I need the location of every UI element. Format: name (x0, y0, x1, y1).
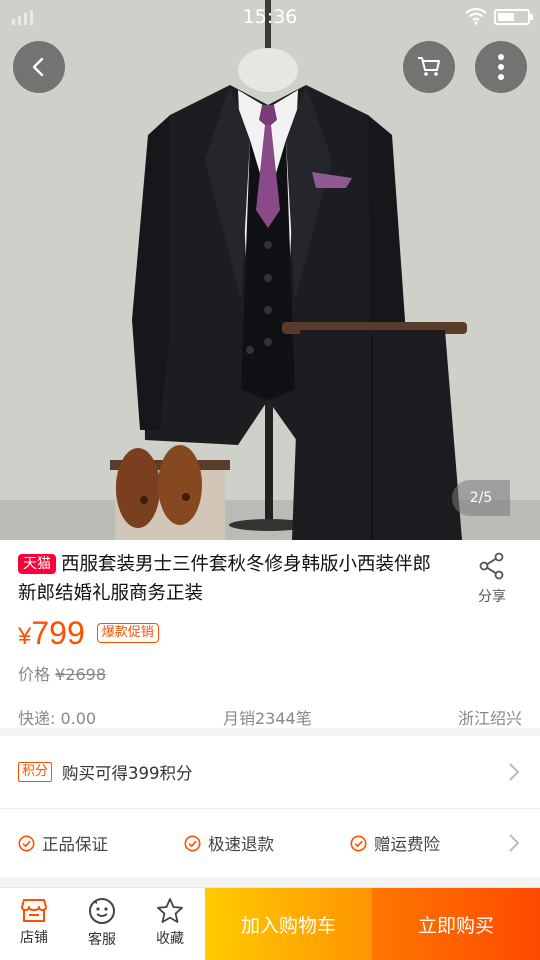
back-button[interactable] (13, 41, 65, 93)
customer-service-label: 客服 (88, 932, 116, 948)
check-circle-icon (350, 835, 367, 851)
guarantee-label: 极速退款 (208, 835, 274, 854)
shopping-cart-icon (418, 57, 440, 76)
guarantee-label: 正品保证 (42, 835, 108, 854)
chevron-right-icon (509, 763, 520, 781)
ship-from-location: 浙江绍兴 (457, 709, 522, 728)
wifi-icon (465, 7, 487, 25)
guarantee-fast-refund: 极速退款 (184, 809, 274, 877)
currency-symbol: ¥ (18, 623, 32, 650)
guarantee-authentic: 正品保证 (18, 809, 108, 877)
bottom-action-bar: 店铺 客服 收藏 加入购物车 立即购买 (0, 887, 540, 960)
points-text: 购买可得399积分 (62, 764, 193, 783)
store-button[interactable]: 店铺 (0, 888, 68, 960)
product-title-text: 西服套装男士三件套秋冬修身韩版小西装伴郎新郎结婚礼服商务正装 (18, 554, 432, 604)
tmall-badge: 天猫 (18, 554, 56, 574)
chat-face-icon (89, 898, 115, 924)
image-counter: 2/5 (452, 480, 510, 516)
share-icon (479, 552, 504, 580)
chevron-right-icon (509, 834, 520, 852)
favorite-button[interactable]: 收藏 (136, 888, 204, 960)
store-label: 店铺 (20, 930, 48, 946)
status-bar: 15:36 (0, 0, 540, 34)
more-options-button[interactable] (475, 41, 527, 93)
more-vertical-icon (498, 54, 504, 80)
points-badge: 积分 (18, 762, 53, 782)
check-circle-icon (18, 835, 35, 851)
points-row[interactable]: 积分 购买可得399积分 (0, 736, 540, 808)
star-icon (157, 898, 183, 923)
monthly-sales: 月销2344笔 (223, 709, 312, 728)
section-gap (0, 728, 540, 736)
customer-service-button[interactable]: 客服 (68, 888, 136, 960)
add-to-cart-button[interactable]: 加入购物车 (205, 888, 372, 960)
section-gap (0, 877, 540, 887)
check-circle-icon (184, 835, 201, 851)
product-info: 天猫 西服套装男士三件套秋冬修身韩版小西装伴郎新郎结婚礼服商务正装 分享 ¥799… (0, 540, 540, 736)
battery-icon (494, 9, 533, 25)
store-icon (21, 899, 47, 922)
guarantee-shipping-insurance: 赠运费险 (350, 809, 440, 877)
product-title: 天猫 西服套装男士三件套秋冬修身韩版小西装伴郎新郎结婚礼服商务正装 (18, 550, 448, 608)
product-image-gallery[interactable]: 15:36 2/5 (0, 0, 540, 540)
guarantee-label: 赠运费险 (374, 835, 440, 854)
original-price: 价格 ¥2698 (18, 661, 106, 685)
promo-badge: 爆款促销 (96, 623, 159, 643)
product-photo (0, 0, 540, 540)
original-price-value: ¥2698 (55, 665, 107, 684)
cart-button[interactable] (403, 41, 455, 93)
price-value: 799 (31, 615, 85, 651)
share-label: 分享 (478, 589, 506, 605)
clock: 15:36 (242, 6, 298, 28)
current-price: ¥799 (18, 615, 85, 652)
shipping-fee: 快递: 0.00 (18, 709, 97, 728)
original-price-label: 价格 (18, 665, 51, 684)
buy-now-button[interactable]: 立即购买 (372, 888, 540, 960)
price-row: ¥799 爆款促销 (18, 615, 159, 652)
chevron-left-icon (32, 57, 44, 77)
service-guarantees-row[interactable]: 正品保证 极速退款 赠运费险 (0, 809, 540, 877)
share-button[interactable]: 分享 (470, 552, 514, 606)
favorite-label: 收藏 (156, 931, 184, 947)
